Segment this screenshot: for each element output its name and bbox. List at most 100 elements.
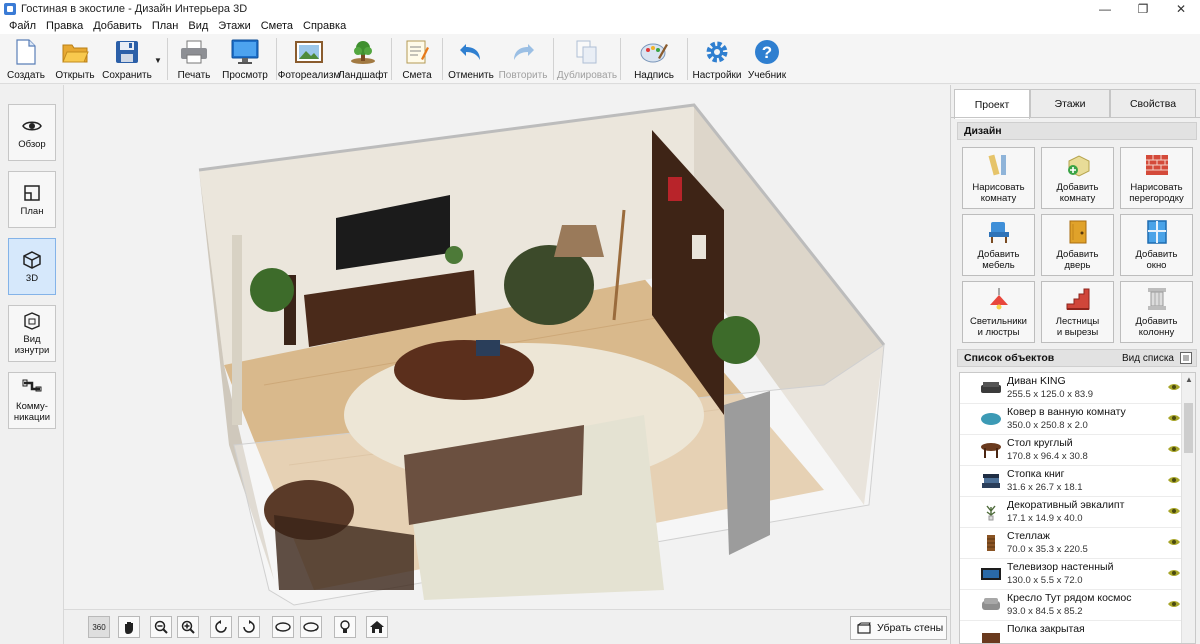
add-furniture-button[interactable]: Добавить мебель <box>962 214 1035 276</box>
menu-estimate[interactable]: Смета <box>256 20 298 32</box>
list-item[interactable]: Стеллаж 70.0 x 35.3 x 220.5 <box>960 528 1182 559</box>
lights-label-2: и люстры <box>977 326 1020 338</box>
scroll-up-arrow-icon[interactable]: ▲ <box>1185 375 1193 384</box>
list-item[interactable]: Стопка книг 31.6 x 26.7 x 18.1 <box>960 466 1182 497</box>
list-item[interactable]: Декоративный эвкалипт 17.1 x 14.9 x 40.0 <box>960 497 1182 528</box>
object-dims: 350.0 x 250.8 x 2.0 <box>1007 420 1088 431</box>
3d-view-button[interactable]: 3D <box>8 238 56 295</box>
stairs-icon <box>1064 286 1092 312</box>
menu-file[interactable]: Файл <box>4 20 41 32</box>
utilities-button[interactable]: Комму- никации <box>8 372 56 429</box>
rotate-left-button[interactable] <box>210 616 232 638</box>
visibility-eye-icon[interactable] <box>1168 383 1180 391</box>
list-item[interactable]: Ковер в ванную комнату 350.0 x 250.8 x 2… <box>960 404 1182 435</box>
maximize-button[interactable]: ❐ <box>1124 0 1162 18</box>
draw-room-button[interactable]: Нарисовать комнату <box>962 147 1035 209</box>
overview-button[interactable]: Обзор <box>8 104 56 161</box>
save-button[interactable]: Сохранить <box>100 34 154 84</box>
photorealism-label: Фотореализм <box>277 70 341 81</box>
visibility-eye-icon[interactable] <box>1168 538 1180 546</box>
inside-view-button[interactable]: Вид изнутри <box>8 305 56 362</box>
add-door-button[interactable]: Добавить дверь <box>1041 214 1114 276</box>
3d-viewport[interactable] <box>64 85 950 609</box>
estimate-button[interactable]: Смета <box>395 34 439 84</box>
zoom-out-icon <box>154 620 168 634</box>
scrollbar-thumb[interactable] <box>1184 403 1193 453</box>
save-label: Сохранить <box>102 70 152 81</box>
print-label: Печать <box>177 70 211 81</box>
list-item[interactable]: Кресло Тут рядом космос 93.0 x 84.5 x 85… <box>960 590 1182 621</box>
zoom-in-button[interactable] <box>177 616 199 638</box>
zoom-out-button[interactable] <box>150 616 172 638</box>
tab-properties[interactable]: Свойства <box>1110 89 1196 117</box>
visibility-eye-icon[interactable] <box>1168 600 1180 608</box>
add-column-button[interactable]: Добавить колонну <box>1120 281 1193 343</box>
landscape-button[interactable]: Ландшафт <box>338 34 388 84</box>
list-item[interactable]: Полка закрытая <box>960 621 1182 643</box>
visibility-eye-icon[interactable] <box>1168 569 1180 577</box>
list-item[interactable]: Стол круглый 170.8 x 96.4 x 30.8 <box>960 435 1182 466</box>
object-dims: 170.8 x 96.4 x 30.8 <box>1007 451 1088 462</box>
stairs-button[interactable]: Лестницы и вырезы <box>1041 281 1114 343</box>
remove-walls-button[interactable]: Убрать стены <box>850 616 947 640</box>
duplicate-button[interactable]: Дублировать <box>557 34 617 84</box>
rotate-left-icon <box>215 620 227 633</box>
list-view-toggle[interactable]: Вид списка <box>1122 352 1196 364</box>
list-item[interactable]: Диван KING 255.5 x 125.0 x 83.9 <box>960 373 1182 404</box>
home-icon <box>370 621 384 633</box>
visibility-eye-icon[interactable] <box>1168 414 1180 422</box>
home-view-button[interactable] <box>366 616 388 638</box>
object-dims: 17.1 x 14.9 x 40.0 <box>1007 513 1083 524</box>
save-dropdown-icon[interactable]: ▼ <box>154 34 164 84</box>
add-room-button[interactable]: Добавить комнату <box>1041 147 1114 209</box>
plan-button[interactable]: План <box>8 171 56 228</box>
tutorial-button[interactable]: ? Учебник <box>743 34 791 84</box>
photorealism-button[interactable]: Фотореализм <box>277 34 341 84</box>
menu-add[interactable]: Добавить <box>88 20 147 32</box>
picture-icon <box>295 38 323 66</box>
zoom-in-icon <box>181 620 195 634</box>
tab-project[interactable]: Проект <box>954 89 1030 119</box>
rotate-360-button[interactable]: 360 <box>88 616 110 638</box>
armchair-icon <box>982 598 1000 610</box>
tilt-down-button[interactable] <box>300 616 322 638</box>
add-window-button[interactable]: Добавить окно <box>1120 214 1193 276</box>
toolbar-separator <box>687 38 688 80</box>
undo-button[interactable]: Отменить <box>446 34 496 84</box>
lighting-button[interactable] <box>334 616 356 638</box>
menu-help[interactable]: Справка <box>298 20 351 32</box>
tab-floors[interactable]: Этажи <box>1030 89 1110 117</box>
object-list-scrollbar[interactable]: ▲ <box>1181 373 1195 643</box>
print-button[interactable]: Печать <box>171 34 217 84</box>
pan-hand-button[interactable] <box>118 616 140 638</box>
visibility-eye-icon[interactable] <box>1168 445 1180 453</box>
redo-button[interactable]: Повторить <box>496 34 550 84</box>
lights-label-1: Светильники <box>970 316 1027 327</box>
create-button[interactable]: Создать <box>2 34 50 84</box>
open-button[interactable]: Открыть <box>50 34 100 84</box>
draw-partition-button[interactable]: Нарисовать перегородку <box>1120 147 1193 209</box>
settings-button[interactable]: Настройки <box>691 34 743 84</box>
close-button[interactable]: ✕ <box>1162 0 1200 18</box>
floor-lamp-shade <box>554 225 604 257</box>
menu-edit[interactable]: Правка <box>41 20 88 32</box>
add-furniture-label-2: мебель <box>982 259 1015 271</box>
tilt-up-button[interactable] <box>272 616 294 638</box>
tilt-up-icon <box>275 622 291 632</box>
lights-button[interactable]: Светильники и люстры <box>962 281 1035 343</box>
label-button[interactable]: Надпись <box>624 34 684 84</box>
preview-button[interactable]: Просмотр <box>217 34 273 84</box>
cube-icon <box>22 250 42 270</box>
visibility-eye-icon[interactable] <box>1168 507 1180 515</box>
add-furniture-label-1: Добавить <box>977 249 1020 260</box>
draw-partition-label-1: Нарисовать <box>1130 182 1183 193</box>
stairs-label-1: Лестницы <box>1055 316 1100 327</box>
minimize-button[interactable]: — <box>1086 0 1124 18</box>
menu-view[interactable]: Вид <box>183 20 213 32</box>
objects-header-label: Список объектов <box>964 352 1055 364</box>
rotate-right-button[interactable] <box>238 616 260 638</box>
list-item[interactable]: Телевизор настенный 130.0 x 5.5 x 72.0 <box>960 559 1182 590</box>
menu-floors[interactable]: Этажи <box>213 20 255 32</box>
menu-plan[interactable]: План <box>147 20 184 32</box>
visibility-eye-icon[interactable] <box>1168 476 1180 484</box>
